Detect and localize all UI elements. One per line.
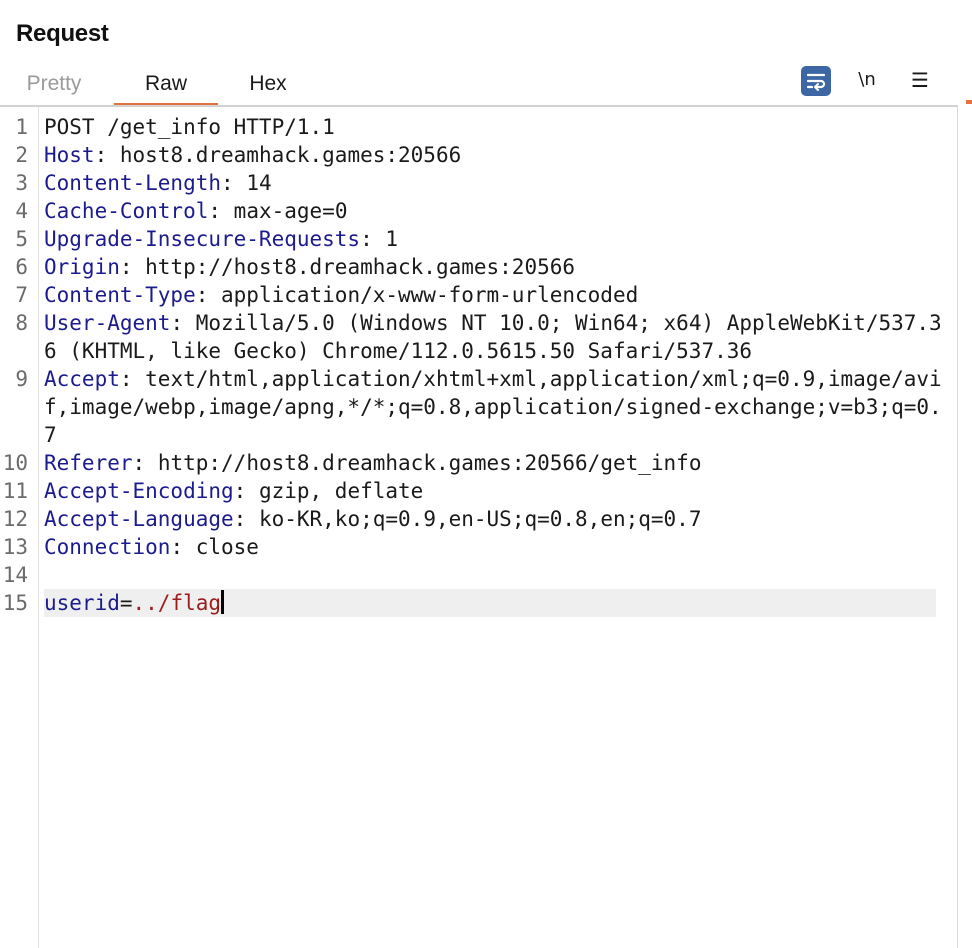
header-name: Accept-Language (44, 507, 234, 531)
code-line: 5 Upgrade-Insecure-Requests: 1 (0, 225, 957, 253)
line-number: 15 (2, 591, 28, 615)
word-wrap-icon (806, 73, 826, 91)
code-line: 2 Host: host8.dreamhack.games:20566 (0, 141, 957, 169)
header-name: User-Agent (44, 311, 171, 335)
header-name: Origin (44, 255, 120, 279)
header-value: http://host8.dreamhack.games:20566/get_i… (157, 451, 702, 475)
header-name: Content-Length (44, 171, 222, 195)
code-line: 12 Accept-Language: ko-KR,ko;q=0.9,en-US… (0, 505, 957, 533)
editor-right-border (957, 106, 958, 948)
tab-raw[interactable]: Raw (114, 62, 218, 107)
code-line: 14 (0, 561, 957, 589)
line-number: 3 (15, 171, 28, 195)
request-panel: Request Pretty Raw Hex \n ☰ 1 POST /get_… (0, 0, 972, 948)
header-value: max-age=0 (233, 199, 348, 223)
line-number: 10 (2, 451, 28, 475)
request-line: POST /get_info HTTP/1.1 (44, 115, 335, 139)
header-value: text/html,application/xhtml+xml,applicat… (44, 367, 942, 447)
panel-resize-accent (966, 100, 972, 104)
tab-hex[interactable]: Hex (222, 62, 314, 105)
code-line: 4 Cache-Control: max-age=0 (0, 197, 957, 225)
header-name: Cache-Control (44, 199, 209, 223)
panel-title: Request (16, 20, 109, 47)
tab-divider (0, 105, 958, 107)
show-newlines-button[interactable]: \n (852, 66, 882, 96)
raw-request-editor[interactable]: 1 POST /get_info HTTP/1.1 2 Host: host8.… (0, 113, 957, 617)
line-number: 13 (2, 535, 28, 559)
code-line-active: 15 userid=../flag (0, 589, 957, 617)
hamburger-menu-icon[interactable]: ☰ (905, 66, 935, 96)
code-line: 10 Referer: http://host8.dreamhack.games… (0, 449, 957, 477)
body-param-name: userid (44, 591, 120, 615)
header-name: Accept-Encoding (44, 479, 234, 503)
line-number: 9 (15, 367, 28, 391)
header-name: Referer (44, 451, 133, 475)
header-name: Upgrade-Insecure-Requests (44, 227, 361, 251)
header-name: Connection (44, 535, 171, 559)
text-cursor (221, 590, 225, 614)
header-value: application/x-www-form-urlencoded (221, 283, 639, 307)
line-number: 2 (15, 143, 28, 167)
header-name: Host (44, 143, 95, 167)
tab-pretty[interactable]: Pretty (8, 62, 100, 105)
line-number: 7 (15, 283, 28, 307)
line-number: 5 (15, 227, 28, 251)
code-line: 8 User-Agent: Mozilla/5.0 (Windows NT 10… (0, 309, 957, 365)
line-number: 1 (15, 115, 28, 139)
line-number: 12 (2, 507, 28, 531)
code-line: 13 Connection: close (0, 533, 957, 561)
body-param-value: ../flag (132, 591, 222, 615)
code-line: 7 Content-Type: application/x-www-form-u… (0, 281, 957, 309)
header-name: Content-Type (44, 283, 196, 307)
header-value: 1 (385, 227, 399, 251)
header-value: http://host8.dreamhack.games:20566 (145, 255, 576, 279)
code-line: 9 Accept: text/html,application/xhtml+xm… (0, 365, 957, 449)
header-name: Accept (44, 367, 120, 391)
header-value: close (195, 535, 259, 559)
line-number: 8 (15, 311, 28, 335)
code-line: 1 POST /get_info HTTP/1.1 (0, 113, 957, 141)
line-number: 11 (2, 479, 28, 503)
line-number: 6 (15, 255, 28, 279)
line-number: 14 (2, 563, 28, 587)
code-line: 3 Content-Length: 14 (0, 169, 957, 197)
header-value: host8.dreamhack.games:20566 (119, 143, 462, 167)
code-line: 11 Accept-Encoding: gzip, deflate (0, 477, 957, 505)
line-number: 4 (15, 199, 28, 223)
header-value: ko-KR,ko;q=0.9,en-US;q=0.8,en;q=0.7 (258, 507, 702, 531)
header-value: 14 (246, 171, 272, 195)
word-wrap-button[interactable] (801, 66, 831, 96)
header-value: gzip, deflate (258, 479, 424, 503)
code-line: 6 Origin: http://host8.dreamhack.games:2… (0, 253, 957, 281)
